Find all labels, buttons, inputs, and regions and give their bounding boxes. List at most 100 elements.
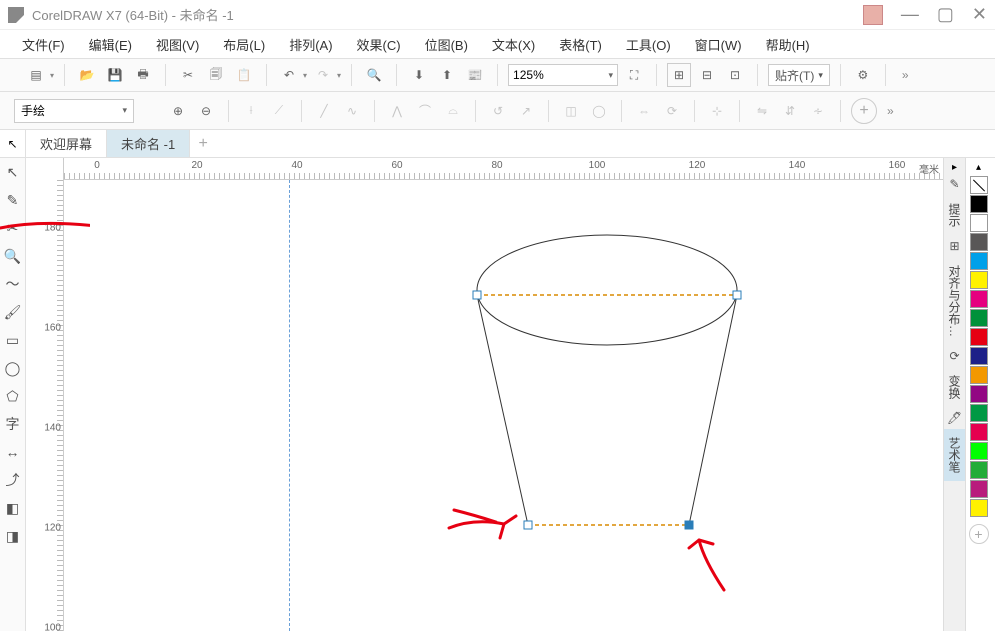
swatch[interactable]	[970, 366, 988, 384]
dock-arrow-icon[interactable]: ▸	[952, 162, 957, 173]
pick-tool[interactable]: ↖	[3, 162, 23, 182]
menu-tools[interactable]: 工具(O)	[616, 31, 681, 58]
menu-view[interactable]: 视图(V)	[146, 31, 209, 58]
smooth-button[interactable]: ⌒	[413, 99, 437, 123]
swatch[interactable]	[970, 404, 988, 422]
hreflect-button[interactable]: ⇋	[750, 99, 774, 123]
close-button[interactable]: ✕	[972, 4, 987, 25]
alignnode-button[interactable]: ⊹	[705, 99, 729, 123]
zoom-combo[interactable]: 125%▾	[508, 64, 618, 86]
rectangle-tool[interactable]: ▭	[3, 330, 23, 350]
node-handle[interactable]	[473, 291, 481, 299]
menu-text[interactable]: 文本(X)	[482, 31, 545, 58]
rotate-button[interactable]: ⟳	[660, 99, 684, 123]
maximize-button[interactable]: ▢	[937, 4, 954, 25]
dock-transform[interactable]: 变换	[944, 367, 965, 407]
horizontal-ruler[interactable]: 0 20 40 60 80 100 120 140 160 毫米	[64, 158, 943, 180]
menu-window[interactable]: 窗口(W)	[685, 31, 752, 58]
publish-button[interactable]: 📰	[463, 63, 487, 87]
dock-artpen[interactable]: 艺术笔	[944, 429, 965, 481]
node-handle-selected[interactable]	[685, 521, 693, 529]
cut-button[interactable]: ✂	[176, 63, 200, 87]
dropdown-icon[interactable]: ▾	[303, 71, 307, 80]
palette-add-button[interactable]: +	[969, 524, 989, 544]
elastic-button[interactable]: ∻	[806, 99, 830, 123]
new-button[interactable]: ▤	[24, 63, 48, 87]
close-curve-button[interactable]: ◯	[587, 99, 611, 123]
save-button[interactable]: 💾	[103, 63, 127, 87]
redo-button[interactable]: ↷	[311, 63, 335, 87]
menu-bitmap[interactable]: 位图(B)	[415, 31, 478, 58]
tocurve-button[interactable]: ∿	[340, 99, 364, 123]
swatch[interactable]	[970, 195, 988, 213]
swatch[interactable]	[970, 271, 988, 289]
pick-tool-slot[interactable]: ↖	[0, 130, 26, 157]
text-tool[interactable]: 字	[3, 414, 23, 434]
polygon-tool[interactable]: ⬠	[3, 386, 23, 406]
dock-tool-icon[interactable]: ⊞	[946, 237, 964, 255]
tool-mode-combo[interactable]: 手绘▾	[14, 99, 134, 123]
extract-button[interactable]: ◫	[559, 99, 583, 123]
cusp-button[interactable]: ⋀	[385, 99, 409, 123]
swatch[interactable]	[970, 233, 988, 251]
menu-file[interactable]: 文件(F)	[12, 31, 75, 58]
vreflect-button[interactable]: ⇵	[778, 99, 802, 123]
swatch[interactable]	[970, 252, 988, 270]
node-add-button[interactable]: ⊕	[166, 99, 190, 123]
swatch[interactable]	[970, 385, 988, 403]
swatch[interactable]	[970, 461, 988, 479]
paste-button[interactable]: 📋	[232, 63, 256, 87]
menu-arrange[interactable]: 排列(A)	[279, 31, 342, 58]
symm-button[interactable]: ⌓	[441, 99, 465, 123]
menu-edit[interactable]: 编辑(E)	[79, 31, 142, 58]
dock-hint[interactable]: 提示	[944, 195, 965, 235]
artistic-tool[interactable]: 🖌	[3, 302, 23, 322]
shape-tool[interactable]: ✎	[3, 190, 23, 210]
options-button[interactable]: ⚙	[851, 63, 875, 87]
crop-tool[interactable]: ✂	[3, 218, 23, 238]
transparency-tool[interactable]: ◨	[3, 526, 23, 546]
freehand-tool[interactable]: ～	[3, 274, 23, 294]
dropdown-icon[interactable]: ▾	[337, 71, 341, 80]
tab-welcome[interactable]: 欢迎屏幕	[26, 130, 107, 157]
menu-layout[interactable]: 布局(L)	[213, 31, 275, 58]
guide-button[interactable]: ⊡	[723, 63, 747, 87]
import-button[interactable]: ⬇	[407, 63, 431, 87]
overflow-icon[interactable]: »	[902, 68, 909, 82]
fullscreen-button[interactable]: ⛶	[622, 63, 646, 87]
swatch[interactable]	[970, 347, 988, 365]
overflow-icon[interactable]: »	[887, 104, 894, 118]
extend-button[interactable]: ↗	[514, 99, 538, 123]
swatch[interactable]	[970, 423, 988, 441]
toline-button[interactable]: ╱	[312, 99, 336, 123]
undo-button[interactable]: ↶	[277, 63, 301, 87]
reverse-button[interactable]: ↺	[486, 99, 510, 123]
plus-button[interactable]: +	[851, 98, 877, 124]
palette-up-icon[interactable]: ▴	[976, 162, 981, 176]
break-button[interactable]: ⟋	[267, 99, 291, 123]
swatch[interactable]	[970, 290, 988, 308]
snap-dropdown[interactable]: 贴齐(T)▾	[768, 64, 830, 86]
menu-help[interactable]: 帮助(H)	[756, 31, 820, 58]
swatch[interactable]	[970, 309, 988, 327]
minimize-button[interactable]: —	[901, 4, 919, 25]
export-button[interactable]: ⬆	[435, 63, 459, 87]
dock-tool-icon[interactable]: ✎	[946, 175, 964, 193]
dropdown-icon[interactable]: ▾	[50, 71, 54, 80]
connector-tool[interactable]: ⤴	[3, 470, 23, 490]
swatch[interactable]	[970, 328, 988, 346]
ellipse-tool[interactable]: ◯	[3, 358, 23, 378]
swatch[interactable]	[970, 214, 988, 232]
copy-button[interactable]: 🗐	[204, 63, 228, 87]
zoom-tool[interactable]: 🔍	[3, 246, 23, 266]
vertical-ruler[interactable]: 180 160 140 120 100	[26, 158, 64, 631]
tab-add-button[interactable]: +	[190, 130, 216, 157]
ellipse-shape[interactable]	[477, 235, 737, 345]
node-remove-button[interactable]: ⊖	[194, 99, 218, 123]
user-account-icon[interactable]	[863, 5, 883, 25]
canvas[interactable]	[64, 180, 943, 631]
node-handle[interactable]	[733, 291, 741, 299]
dock-tool-icon[interactable]: ⟳	[946, 347, 964, 365]
grid-button[interactable]: ⊟	[695, 63, 719, 87]
menu-effects[interactable]: 效果(C)	[347, 31, 411, 58]
